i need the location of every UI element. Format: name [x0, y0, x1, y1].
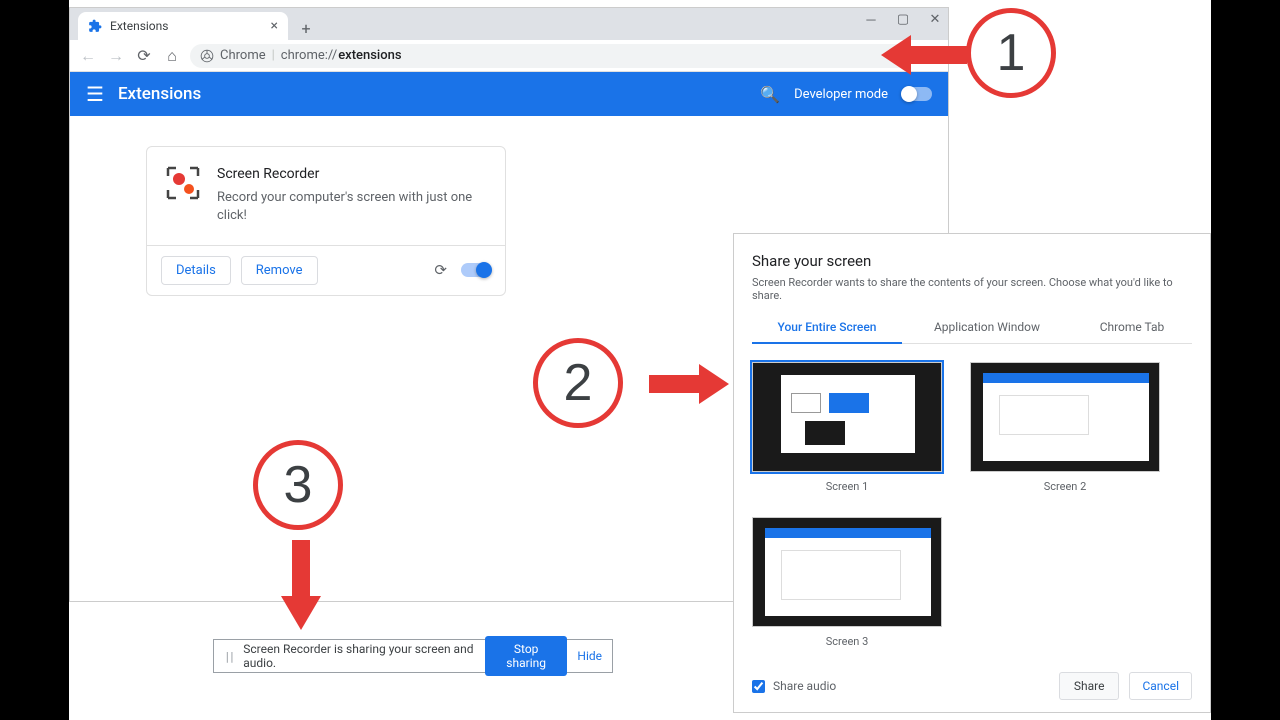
extension-description: Record your computer's screen with just …	[217, 189, 487, 225]
stop-sharing-button[interactable]: Stop sharing	[485, 636, 567, 676]
screen-option-3[interactable]: Screen 3	[752, 517, 942, 648]
developer-mode-toggle[interactable]	[902, 87, 932, 101]
sharing-indicator-bar: || Screen Recorder is sharing your scree…	[213, 639, 613, 673]
browser-toolbar: ← → ⟳ ⌂ Chrome | chrome://extensions ☆	[70, 40, 948, 72]
share-source-tabs: Your Entire Screen Application Window Ch…	[752, 312, 1192, 344]
menu-icon[interactable]: ☰	[86, 82, 104, 106]
address-bar[interactable]: Chrome | chrome://extensions ☆	[190, 44, 910, 68]
url-scheme-label: Chrome	[220, 48, 266, 63]
reload-extension-icon[interactable]: ⟳	[434, 261, 447, 279]
hide-bar-button[interactable]: Hide	[577, 649, 602, 663]
url-host: chrome://	[281, 48, 337, 63]
annotation-circle-3: 3	[253, 440, 343, 530]
puzzle-icon	[88, 19, 102, 33]
reload-button[interactable]: ⟳	[134, 46, 154, 65]
share-audio-label: Share audio	[773, 679, 836, 693]
close-window-button[interactable]: ✕	[928, 12, 942, 28]
extensions-header: ☰ Extensions 🔍 Developer mode	[70, 72, 948, 116]
screen-option-2[interactable]: Screen 2	[970, 362, 1160, 493]
tab-entire-screen[interactable]: Your Entire Screen	[752, 312, 902, 344]
url-path: extensions	[338, 48, 401, 63]
new-tab-button[interactable]: +	[294, 16, 318, 40]
developer-mode-label: Developer mode	[794, 87, 888, 102]
tab-application-window[interactable]: Application Window	[902, 312, 1072, 343]
extension-card: Screen Recorder Record your computer's s…	[146, 146, 506, 296]
annotation-arrow-2	[649, 359, 729, 413]
search-icon[interactable]: 🔍	[760, 85, 780, 104]
details-button[interactable]: Details	[161, 256, 231, 285]
share-button[interactable]: Share	[1059, 672, 1120, 700]
extension-enable-toggle[interactable]	[461, 263, 491, 277]
tab-close-icon[interactable]: ×	[271, 18, 278, 34]
minimize-button[interactable]: ─	[864, 12, 878, 28]
share-audio-checkbox[interactable]	[752, 680, 765, 693]
screen-label: Screen 1	[752, 480, 942, 493]
screen-label: Screen 3	[752, 635, 942, 648]
sharing-status-text: Screen Recorder is sharing your screen a…	[243, 642, 475, 670]
extension-card-icon	[165, 165, 201, 201]
annotation-arrow-3	[276, 540, 326, 634]
tab-strip: Extensions × + ─ ▢ ✕	[70, 8, 948, 40]
browser-tab[interactable]: Extensions ×	[78, 12, 288, 40]
home-button[interactable]: ⌂	[162, 46, 182, 66]
chrome-icon	[200, 49, 214, 63]
remove-button[interactable]: Remove	[241, 256, 318, 285]
screen-option-1[interactable]: Screen 1	[752, 362, 942, 493]
forward-button[interactable]: →	[106, 46, 126, 66]
tab-chrome-tab[interactable]: Chrome Tab	[1072, 312, 1192, 343]
share-screen-dialog: Share your screen Screen Recorder wants …	[733, 233, 1211, 713]
pause-icon[interactable]: ||	[224, 650, 233, 663]
annotation-circle-1: 1	[966, 8, 1056, 98]
cancel-button[interactable]: Cancel	[1129, 672, 1192, 700]
back-button[interactable]: ←	[78, 46, 98, 66]
dialog-subtitle: Screen Recorder wants to share the conte…	[752, 276, 1192, 302]
annotation-circle-2: 2	[533, 338, 623, 428]
annotation-arrow-1	[881, 30, 967, 84]
dialog-title: Share your screen	[752, 252, 1192, 270]
screen-label: Screen 2	[970, 480, 1160, 493]
extension-name: Screen Recorder	[217, 165, 487, 185]
maximize-button[interactable]: ▢	[896, 12, 910, 28]
tab-title: Extensions	[110, 19, 168, 33]
page-title: Extensions	[118, 84, 201, 104]
